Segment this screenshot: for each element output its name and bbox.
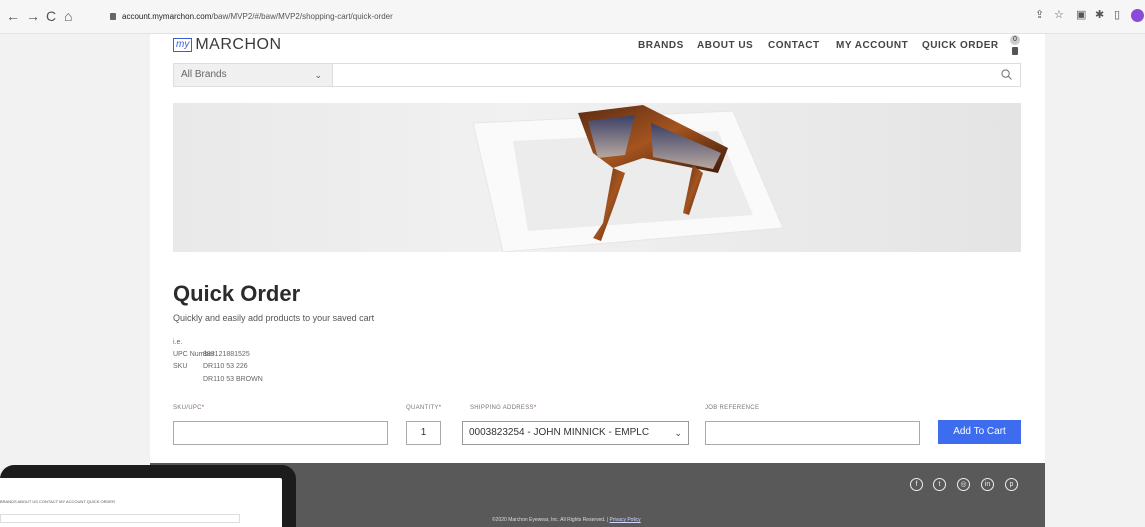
quantity-label: QUANTITY* — [406, 405, 442, 411]
chevron-down-icon: ⌄ — [314, 70, 322, 80]
sku-upc-label: SKU/UPC* — [173, 405, 205, 411]
page-title: Quick Order — [173, 281, 301, 306]
site-logo[interactable]: my MARCHON — [173, 36, 282, 53]
pinterest-icon[interactable]: p — [1005, 478, 1018, 491]
example-intro: i.e. — [173, 339, 183, 346]
forward-icon[interactable]: → — [26, 8, 40, 24]
page-subtitle: Quickly and easily add products to your … — [173, 313, 375, 323]
hero-banner — [173, 103, 1021, 252]
star-icon[interactable]: ☆ — [1054, 8, 1064, 22]
back-icon[interactable]: ← — [6, 8, 20, 24]
home-icon[interactable]: ⌂ — [64, 8, 72, 24]
quantity-input[interactable]: 1 — [406, 421, 441, 445]
nav-my-account[interactable]: MY ACCOUNT — [836, 40, 908, 54]
profile-avatar[interactable] — [1131, 9, 1144, 22]
nav-about-us[interactable]: ABOUT US — [697, 40, 753, 54]
job-reference-input[interactable] — [705, 421, 920, 445]
extension-icon[interactable]: ▣ — [1076, 8, 1086, 22]
mini-search-bar — [0, 514, 240, 523]
chevron-down-icon: ⌄ — [674, 428, 682, 438]
search-bar: All Brands ⌄ — [173, 63, 1021, 87]
sku-value-2: DR110 53 BROWN — [203, 376, 263, 383]
linkedin-icon[interactable]: in — [981, 478, 994, 491]
shipping-address-select[interactable]: 0003823254 - JOHN MINNICK - EMPLC ⌄ — [462, 421, 689, 445]
nav-contact[interactable]: CONTACT — [768, 40, 820, 54]
twitter-icon[interactable]: t — [933, 478, 946, 491]
copyright-text: ©2020 Marchon Eyewear, Inc. All Rights R… — [492, 517, 641, 523]
puzzle-icon[interactable]: ✱ — [1095, 8, 1104, 22]
instagram-icon[interactable]: ◎ — [957, 478, 970, 491]
shipping-address-value: 0003823254 - JOHN MINNICK - EMPLC — [469, 427, 650, 438]
upc-value: 883121881525 — [203, 351, 250, 358]
mini-nav: BRANDS ABOUT US CONTACT MY ACCOUNT QUICK… — [0, 499, 115, 504]
search-icon[interactable] — [1001, 69, 1012, 80]
reload-icon[interactable]: C — [46, 8, 56, 24]
address-bar[interactable]: account.mymarchon.com/baw/MVP2/#/baw/MVP… — [110, 7, 393, 27]
add-to-cart-button[interactable]: Add To Cart — [938, 420, 1021, 444]
sku-label: SKU — [173, 363, 188, 370]
nav-quick-order[interactable]: QUICK ORDER — [922, 40, 999, 54]
brand-select[interactable]: All Brands ⌄ — [174, 64, 333, 86]
privacy-policy-link[interactable]: Privacy Policy — [610, 517, 641, 523]
sku-value-1: DR110 53 226 — [203, 363, 248, 370]
url-host: account.mymarchon.com — [122, 12, 212, 21]
shipping-address-label: SHIPPING ADDRESS* — [470, 405, 537, 411]
share-icon[interactable]: ⇪ — [1035, 8, 1044, 22]
job-reference-label: JOB REFERENCE — [705, 405, 760, 411]
sidebar-icon[interactable]: ▯ — [1114, 8, 1120, 22]
cart-body — [1012, 47, 1018, 55]
lock-icon — [110, 13, 116, 21]
logo-my: my — [173, 38, 193, 52]
url-path: /baw/MVP2/#/baw/MVP2/shopping-cart/quick… — [211, 12, 393, 21]
nav-brands[interactable]: BRANDS — [638, 40, 684, 54]
brand-select-value: All Brands — [181, 69, 227, 80]
cart-count: 0 — [1010, 35, 1020, 45]
laptop-screen: BRANDS ABOUT US CONTACT MY ACCOUNT QUICK… — [0, 478, 282, 527]
sku-upc-input[interactable] — [173, 421, 388, 445]
sunglasses-image — [472, 105, 784, 252]
logo-brand: MARCHON — [195, 36, 282, 53]
facebook-icon[interactable]: f — [910, 478, 923, 491]
browser-toolbar: ← → C ⌂ account.mymarchon.com/baw/MVP2/#… — [0, 0, 1145, 34]
cart-icon[interactable]: 0 — [1009, 35, 1021, 57]
